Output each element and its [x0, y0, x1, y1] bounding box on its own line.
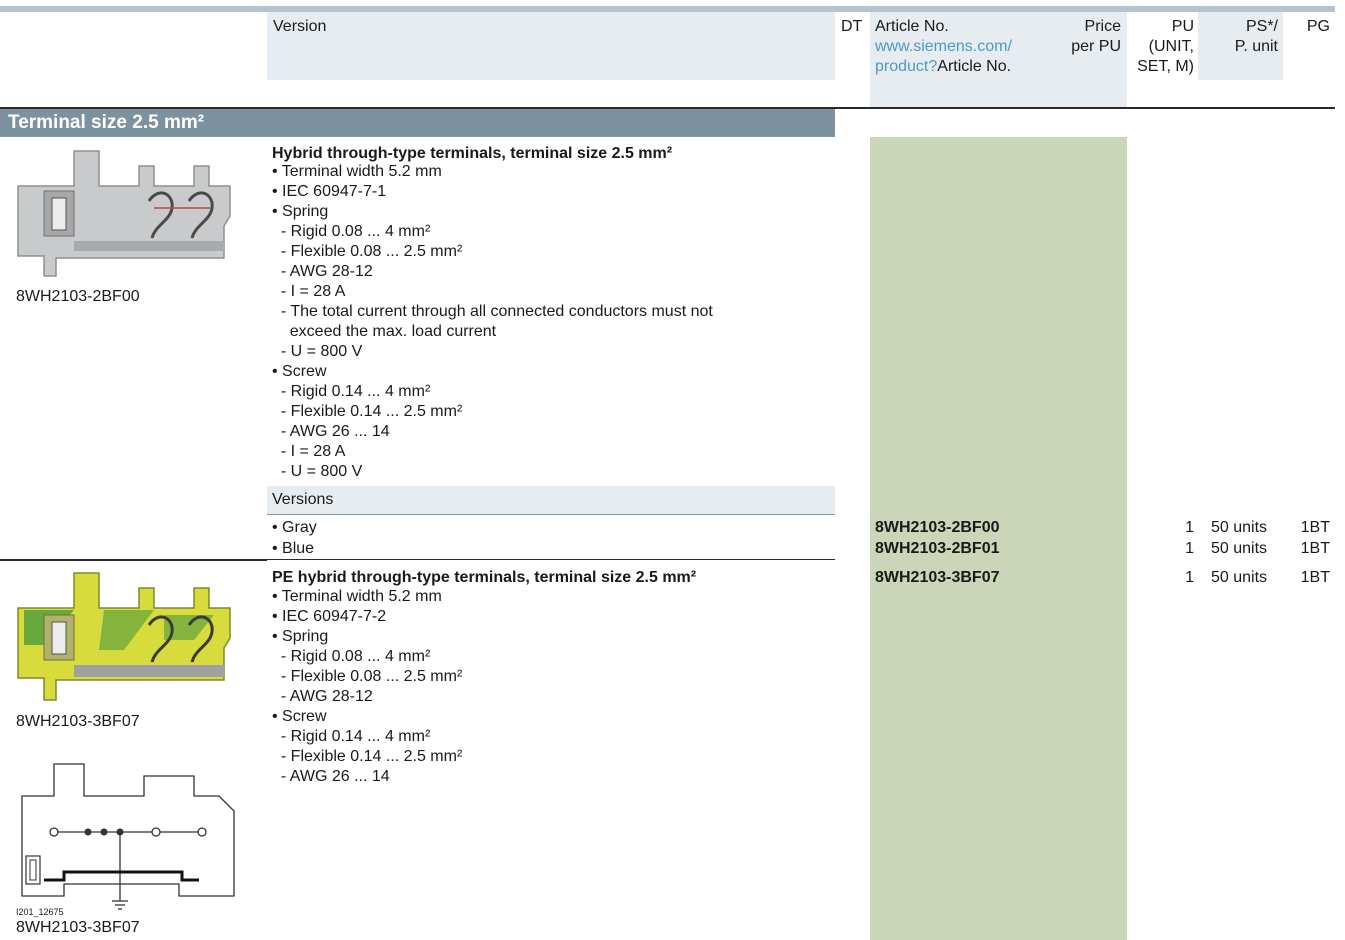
circuit-diagram	[21, 763, 235, 910]
product2-line: - AWG 26 ... 14	[272, 768, 390, 785]
versions-rule	[267, 514, 835, 515]
ps-gray: 50 units	[1211, 519, 1268, 536]
pu-blue: 1	[1185, 540, 1194, 557]
product1-line: exceed the max. load current	[272, 323, 497, 340]
header-pu: PU	[1171, 18, 1194, 35]
header-dt: DT	[841, 18, 863, 35]
header-pg: PG	[1306, 18, 1330, 35]
pu-pe: 1	[1185, 569, 1194, 586]
article-number-gray[interactable]: 8WH2103-2BF00	[875, 518, 1000, 538]
product2-line: - Flexible 0.14 ... 2.5 mm²	[272, 748, 463, 765]
versions-bar	[267, 486, 835, 514]
header-price: Price	[1084, 18, 1121, 35]
header-price-per-pu: per PU	[1071, 38, 1121, 55]
version-row-gray: • Gray	[272, 519, 317, 536]
product2-title: PE hybrid through-type terminals, termin…	[272, 569, 697, 586]
header-article-link[interactable]: www.siemens.com/	[875, 37, 1012, 56]
product1-line: - U = 800 V	[272, 463, 363, 480]
diagram-caption: 8WH2103-3BF07	[16, 919, 140, 936]
pu-gray: 1	[1185, 519, 1194, 536]
product2-caption: 8WH2103-3BF07	[16, 713, 140, 730]
product1-title: Hybrid through-type terminals, terminal …	[272, 145, 673, 162]
product1-line: - Rigid 0.14 ... 4 mm²	[272, 383, 431, 400]
section-title: Terminal size 2.5 mm²	[8, 112, 205, 133]
product1-line: - AWG 28-12	[272, 263, 373, 280]
product-separator-left	[0, 559, 267, 561]
header-article-link-suffix: Article No.	[937, 58, 1012, 75]
header-article-no: Article No.	[875, 18, 949, 35]
product2-description: • Terminal width 5.2 mm • IEC 60947-7-2 …	[272, 587, 462, 787]
pg-gray: 1BT	[1300, 519, 1330, 536]
versions-label: Versions	[272, 491, 334, 508]
pg-blue: 1BT	[1300, 540, 1330, 557]
product2-line: - Rigid 0.08 ... 4 mm²	[272, 648, 431, 665]
product1-line: - Flexible 0.14 ... 2.5 mm²	[272, 403, 463, 420]
product2-line: • Screw	[272, 708, 327, 725]
pg-pe: 1BT	[1300, 569, 1330, 586]
terminal-pe-image	[14, 570, 232, 704]
product1-line: - I = 28 A	[272, 443, 346, 460]
header-article-link-product[interactable]: product?	[875, 58, 937, 75]
header-pu-unit: (UNIT,	[1148, 38, 1194, 55]
product1-line: - I = 28 A	[272, 283, 346, 300]
header-version-cell	[267, 12, 835, 80]
diagram-id: I201_12675	[16, 907, 64, 917]
product1-line: • Spring	[272, 203, 329, 220]
product1-line: - U = 800 V	[272, 343, 363, 360]
header-article-link-line2: product?Article No.	[875, 57, 1011, 76]
product1-line: - Rigid 0.08 ... 4 mm²	[272, 223, 431, 240]
terminal-gray-image	[14, 146, 232, 280]
header-ps-unit: P. unit	[1234, 38, 1278, 55]
product1-line: - The total current through all connecte…	[272, 303, 713, 320]
product2-line: - Flexible 0.08 ... 2.5 mm²	[272, 668, 463, 685]
product1-description: • Terminal width 5.2 mm • IEC 60947-7-1 …	[272, 162, 713, 482]
product2-line: • Spring	[272, 628, 329, 645]
product1-line: - AWG 26 ... 14	[272, 423, 390, 440]
product1-caption: 8WH2103-2BF00	[16, 288, 140, 305]
product1-line: - Flexible 0.08 ... 2.5 mm²	[272, 243, 463, 260]
product1-line: • Terminal width 5.2 mm	[272, 163, 442, 180]
ps-blue: 50 units	[1211, 540, 1268, 557]
header-pu-set: SET, M)	[1137, 58, 1194, 75]
product-separator	[267, 559, 835, 560]
product2-line: • Terminal width 5.2 mm	[272, 588, 442, 605]
ps-pe: 50 units	[1211, 569, 1268, 586]
version-row-blue: • Blue	[272, 540, 315, 557]
article-number-pe[interactable]: 8WH2103-3BF07	[875, 568, 1000, 588]
product2-line: - AWG 28-12	[272, 688, 373, 705]
product1-line: • Screw	[272, 363, 327, 380]
product1-line: • IEC 60947-7-1	[272, 183, 387, 200]
product2-line: • IEC 60947-7-2	[272, 608, 387, 625]
article-number-blue[interactable]: 8WH2103-2BF01	[875, 539, 1000, 559]
header-version: Version	[273, 18, 327, 35]
product2-line: - Rigid 0.14 ... 4 mm²	[272, 728, 431, 745]
header-ps: PS*/	[1245, 18, 1278, 35]
